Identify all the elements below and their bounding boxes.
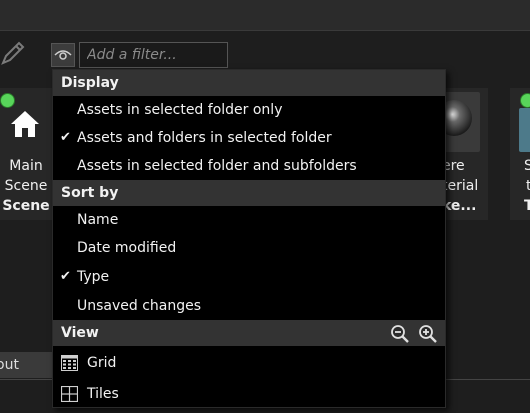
- grid-icon: [61, 355, 78, 371]
- menu-item-sort-name[interactable]: Name: [53, 206, 445, 234]
- asset-name-line2: terial: [442, 178, 479, 194]
- view-header-label: View: [61, 325, 99, 341]
- title-bar: [0, 0, 530, 31]
- asset-name-line1: S: [524, 158, 530, 174]
- asset-name-line2: Scene: [4, 178, 48, 194]
- asset-type-label: ke...: [442, 198, 477, 214]
- menu-item-view-tiles[interactable]: Tiles: [53, 379, 445, 409]
- menu-item-label: Assets in selected folder and subfolders: [77, 158, 357, 174]
- zoom-in-icon[interactable]: [418, 324, 438, 344]
- menu-item-label: Assets and folders in selected folder: [77, 130, 332, 146]
- menu-item-sort-type[interactable]: ✔ Type: [53, 263, 445, 291]
- sphere-thumbnail: [440, 92, 480, 152]
- status-dot: [520, 93, 530, 108]
- menu-item-sort-unsaved-changes[interactable]: Unsaved changes: [53, 292, 445, 320]
- menu-item-label: Grid: [87, 355, 117, 371]
- filter-input[interactable]: [79, 42, 228, 68]
- asset-card-material[interactable]: ere terial ke...: [440, 88, 488, 220]
- checkmark-icon: ✔: [60, 130, 71, 145]
- filter-options-dropdown: Display Assets in selected folder only ✔…: [52, 69, 446, 408]
- asset-thumbnail: [519, 108, 530, 152]
- asset-type-label: T: [524, 198, 530, 214]
- zoom-out-icon[interactable]: [390, 324, 410, 344]
- menu-item-view-grid[interactable]: Grid: [53, 348, 445, 378]
- home-icon: [11, 111, 39, 137]
- menu-item-label: Type: [77, 269, 110, 285]
- status-dot: [0, 93, 15, 108]
- pencil-icon[interactable]: [0, 38, 28, 66]
- menu-item-label: Tiles: [87, 386, 119, 402]
- menu-item-label: Assets in selected folder only: [77, 102, 283, 118]
- tiles-icon: [61, 386, 78, 402]
- menu-item-label: Date modified: [77, 240, 177, 256]
- asset-name-line1: Main: [9, 158, 43, 174]
- visibility-toggle-button[interactable]: [51, 43, 75, 67]
- eye-icon: [54, 50, 72, 60]
- display-section-header: Display: [53, 70, 445, 96]
- sort-section-header: Sort by: [53, 180, 445, 206]
- menu-item-assets-selected-folder-only[interactable]: Assets in selected folder only: [53, 96, 445, 124]
- bottom-tab[interactable]: out: [0, 352, 56, 378]
- menu-item-label: Name: [77, 212, 119, 228]
- asset-name-line2: t: [526, 178, 530, 194]
- checkmark-icon: ✔: [60, 269, 71, 284]
- menu-item-assets-and-subfolders[interactable]: Assets in selected folder and subfolders: [53, 152, 445, 180]
- asset-type-label: Scene: [2, 198, 50, 214]
- view-section-header: View: [53, 320, 445, 346]
- menu-item-assets-and-folders[interactable]: ✔ Assets and folders in selected folder: [53, 124, 445, 152]
- menu-item-sort-date-modified[interactable]: Date modified: [53, 234, 445, 262]
- menu-item-label: Unsaved changes: [77, 298, 202, 314]
- asset-card-main-scene[interactable]: Main Scene Scene: [0, 88, 54, 220]
- asset-card-right[interactable]: S t T: [510, 88, 530, 220]
